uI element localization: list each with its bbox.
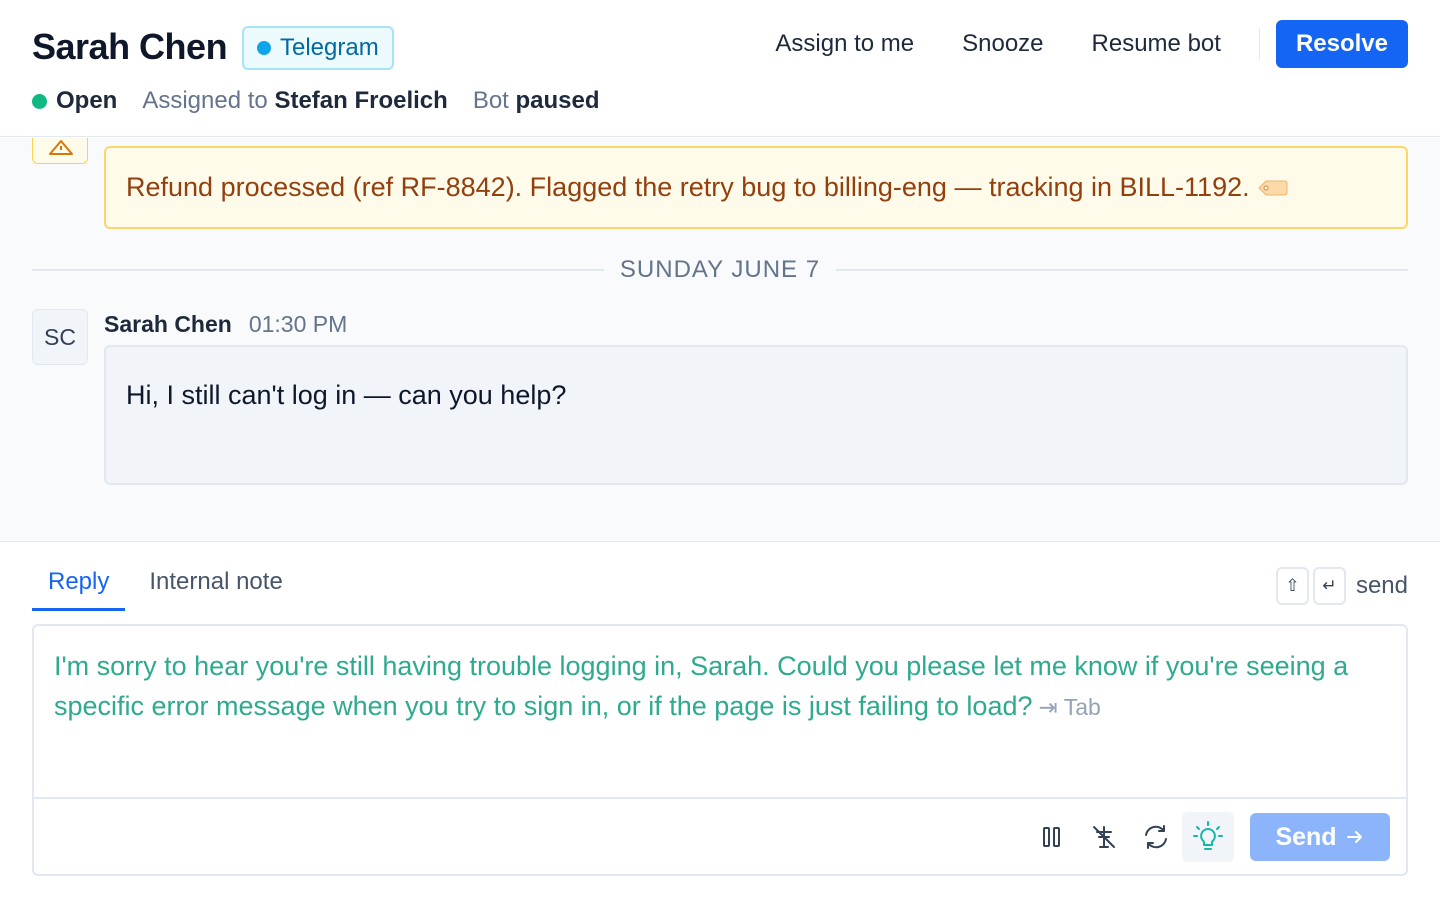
message-bubble: Hi, I still can't log in — can you help? <box>104 345 1408 485</box>
status-dot-icon <box>32 93 47 109</box>
tag-icon <box>1257 180 1288 195</box>
header-actions: Assign to me Snooze Resume bot Resolve <box>751 20 1408 68</box>
regenerate-button[interactable] <box>1130 812 1182 862</box>
assignee-name: Stefan Froelich <box>274 87 448 114</box>
bot-prefix: Bot <box>472 87 509 114</box>
tab-reply[interactable]: Reply <box>32 563 126 611</box>
warning-icon <box>49 140 73 155</box>
channel-dot-icon <box>257 41 271 55</box>
reply-composer: Reply Internal note ⇧ ↵ send I'm sorry t… <box>0 543 1440 900</box>
tab-internal-note[interactable]: Internal note <box>133 563 298 611</box>
internal-note-bubble: Refund processed (ref RF-8842). Flagged … <box>104 146 1408 229</box>
divider-line <box>836 269 1409 271</box>
no-signal-icon <box>1093 826 1115 848</box>
lightbulb-icon <box>1193 821 1223 850</box>
ai-suggestions-toggle[interactable] <box>1182 812 1234 862</box>
message-header: Sarah Chen 01:30 PM <box>104 311 347 338</box>
arrow-right-icon <box>1346 831 1362 843</box>
divider-line <box>32 269 604 271</box>
resolve-button[interactable]: Resolve <box>1275 20 1408 68</box>
enter-key: ↵ <box>1312 567 1346 605</box>
actions-divider <box>1258 28 1260 60</box>
conversation-header: Sarah Chen Telegram Assign to me Snooze … <box>0 0 1440 137</box>
pause-icon <box>1043 827 1060 847</box>
note-avatar <box>32 138 88 164</box>
avatar: SC <box>32 309 88 365</box>
send-button[interactable]: Send <box>1250 813 1390 861</box>
shortcut-label: send <box>1355 572 1408 599</box>
suggestion-text: I'm sorry to hear you're still having tr… <box>54 651 1349 721</box>
assignee-info: Assigned to Stefan Froelich <box>142 87 447 115</box>
assign-to-me-button[interactable]: Assign to me <box>751 20 938 68</box>
disable-signal-button[interactable] <box>1078 812 1130 862</box>
message-author: Sarah Chen <box>104 311 232 337</box>
message-text: Hi, I still can't log in — can you help? <box>126 380 567 410</box>
ai-suggestion-text[interactable]: I'm sorry to hear you're still having tr… <box>54 646 1384 727</box>
tab-accept-hint: ⇥ Tab <box>1038 694 1101 720</box>
bot-state: paused <box>515 87 600 114</box>
resume-bot-button[interactable]: Resume bot <box>1068 20 1245 68</box>
channel-label: Telegram <box>280 34 379 61</box>
assigned-prefix: Assigned to <box>142 87 268 114</box>
send-label: Send <box>1275 822 1337 851</box>
contact-name: Sarah Chen <box>32 26 228 67</box>
message-time: 01:30 PM <box>248 311 348 337</box>
refresh-icon <box>1145 825 1167 849</box>
note-text: Refund processed (ref RF-8842). Flagged … <box>126 172 1250 202</box>
snooze-button[interactable]: Snooze <box>938 20 1067 68</box>
date-label: SUNDAY JUNE 7 <box>619 256 821 283</box>
conversation-meta: Open Assigned to Stefan Froelich Bot pau… <box>32 86 600 116</box>
date-divider: SUNDAY JUNE 7 <box>32 255 1409 285</box>
status-label: Open <box>56 87 118 114</box>
bot-info: Bot paused <box>473 87 600 115</box>
message-thread[interactable]: Refund processed (ref RF-8842). Flagged … <box>0 138 1440 542</box>
reply-editor[interactable]: I'm sorry to hear you're still having tr… <box>32 624 1408 876</box>
composer-toolbar: Send <box>34 797 1406 874</box>
send-shortcut-hint: ⇧ ↵ send <box>1275 567 1408 605</box>
composer-tabs: Reply Internal note <box>32 563 299 611</box>
channel-badge: Telegram <box>242 26 394 70</box>
pause-button[interactable] <box>1026 812 1078 862</box>
shift-key: ⇧ <box>1275 567 1309 605</box>
